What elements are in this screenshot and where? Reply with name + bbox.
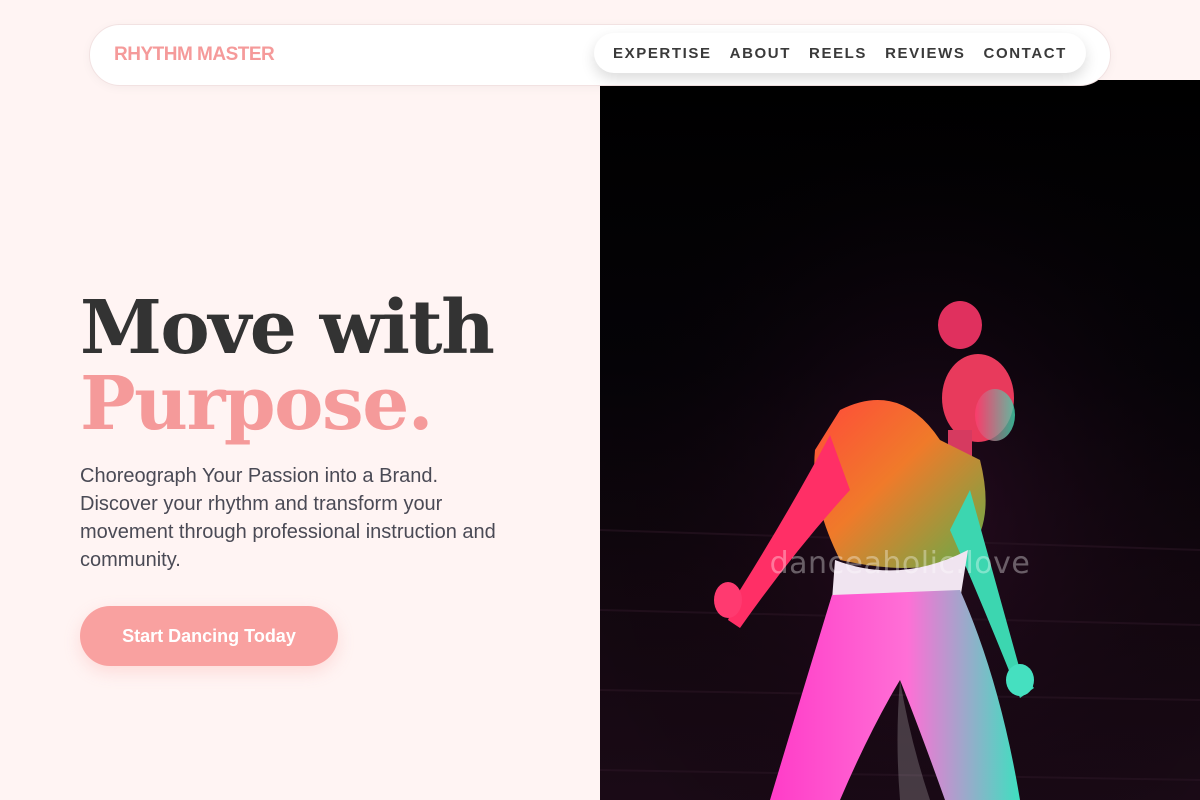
nav-link-reels[interactable]: REELS <box>809 45 867 62</box>
nav-link-contact[interactable]: CONTACT <box>984 45 1067 62</box>
hero-headline: Move with Purpose. <box>80 285 495 447</box>
image-watermark: danceaholic.love <box>769 546 1031 581</box>
nav-link-reviews[interactable]: REVIEWS <box>885 45 965 62</box>
hero-subtext: Choreograph Your Passion into a Brand. D… <box>80 465 496 571</box>
hero-headline-line1: Move with <box>80 285 495 371</box>
nav-link-about[interactable]: ABOUT <box>730 45 791 62</box>
top-navbar: RHYTHM MASTER EXPERTISE ABOUT REELS REVI… <box>89 24 1111 86</box>
hero-headline-line2: Purpose. <box>80 361 434 447</box>
brand-logo[interactable]: RHYTHM MASTER <box>114 44 275 66</box>
nav-menu: EXPERTISE ABOUT REELS REVIEWS CONTACT <box>594 33 1086 73</box>
start-dancing-button[interactable]: Start Dancing Today <box>80 606 338 666</box>
hero-image: danceaholic.love <box>600 80 1200 800</box>
landing-page: RHYTHM MASTER EXPERTISE ABOUT REELS REVI… <box>0 0 1200 800</box>
dancer-illustration <box>600 80 1200 800</box>
nav-link-expertise[interactable]: EXPERTISE <box>613 45 712 62</box>
